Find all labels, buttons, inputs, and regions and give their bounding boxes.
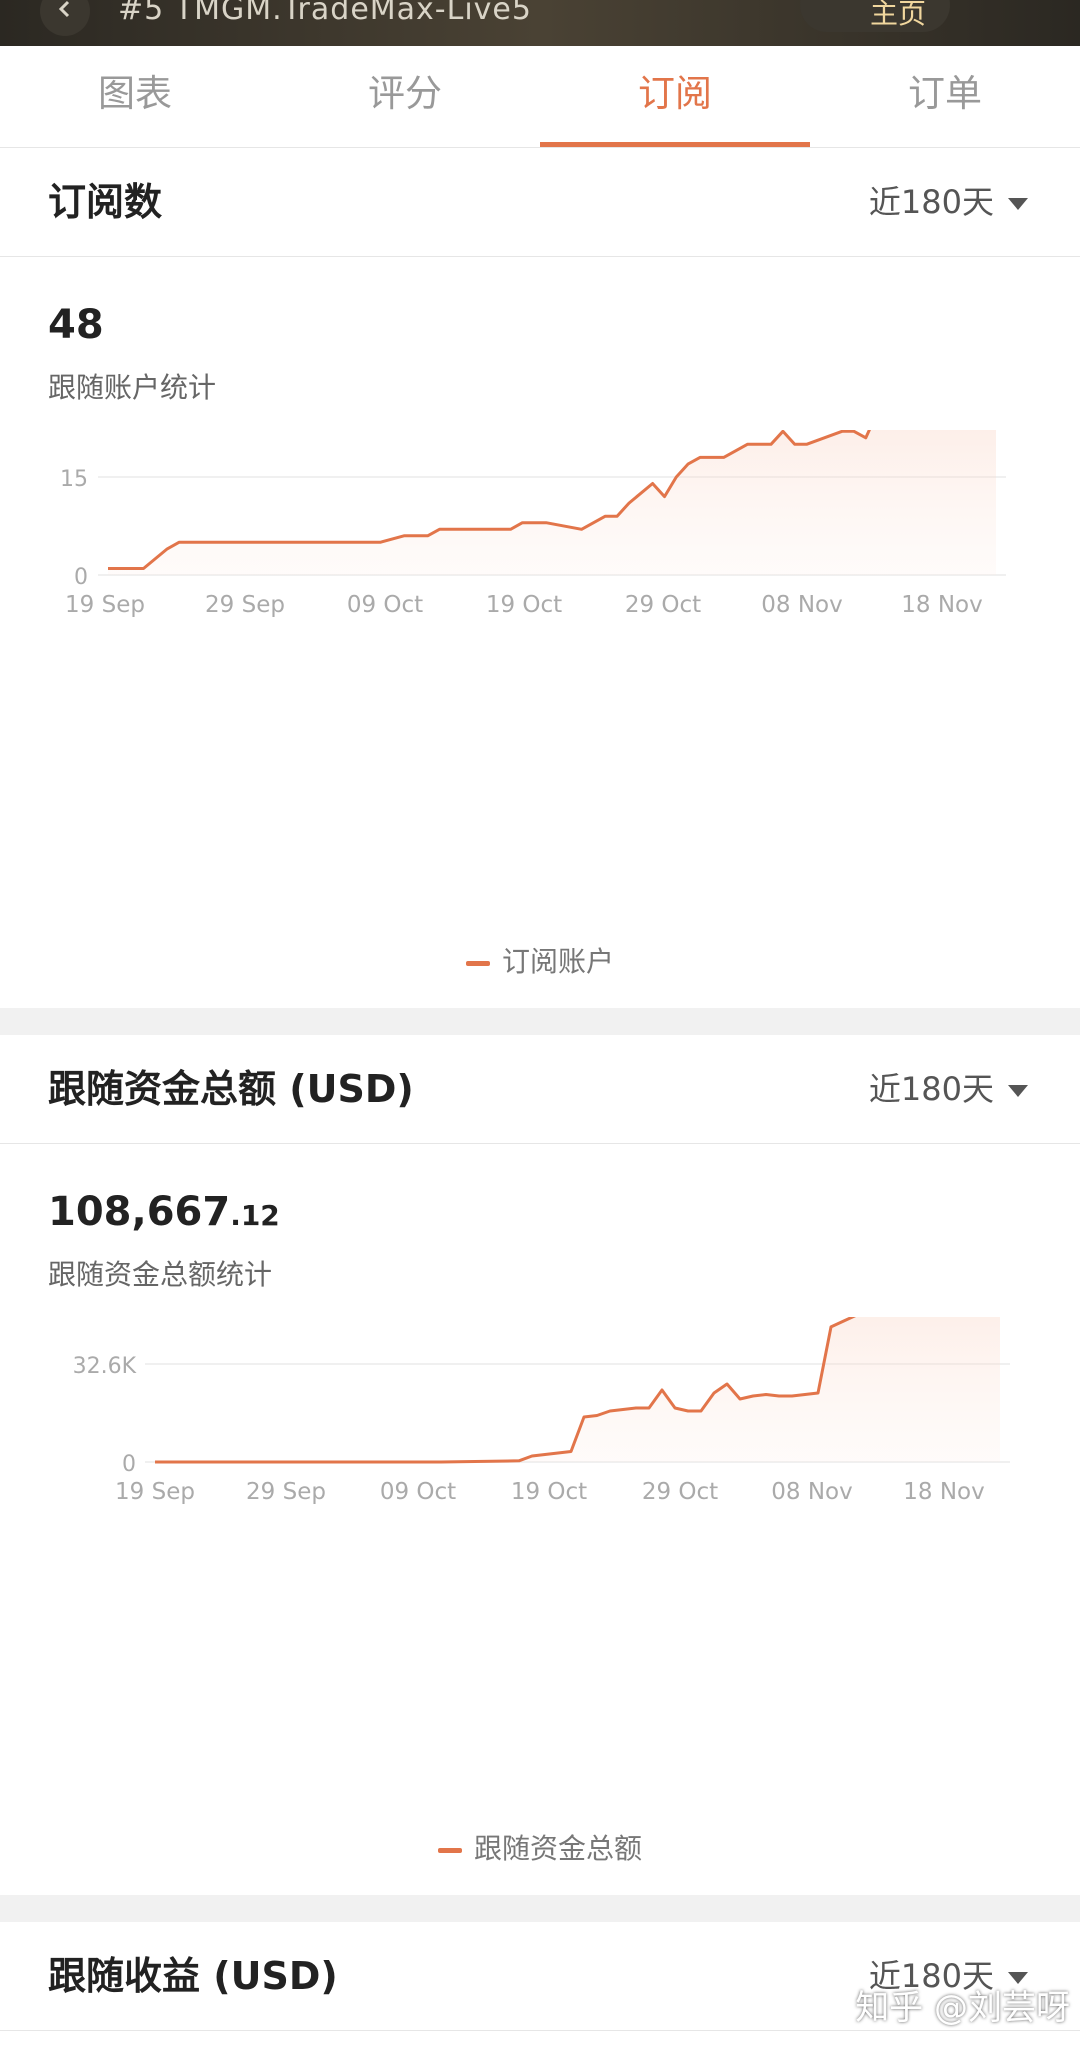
y-tick-label: 32.6K bbox=[73, 1354, 137, 1379]
subscriptions-card-header: 订阅数 近180天 bbox=[0, 148, 1080, 257]
subscriptions-legend: 订阅账户 bbox=[0, 940, 1080, 980]
subscriptions-range-select[interactable]: 近180天 bbox=[869, 148, 1028, 256]
funds-value: 108,667.12 bbox=[48, 1189, 280, 1235]
x-tick-label: 09 Oct bbox=[347, 592, 423, 618]
funds-range-label: 近180天 bbox=[868, 1070, 994, 1108]
x-tick-label: 18 Nov bbox=[901, 592, 982, 618]
funds-value-int: 108,667 bbox=[48, 1189, 231, 1235]
series-area bbox=[108, 430, 996, 575]
funds-card-header: 跟随资金总额 (USD) 近180天 bbox=[0, 1035, 1080, 1144]
x-tick-label: 19 Oct bbox=[511, 1479, 587, 1505]
legend-swatch bbox=[465, 960, 490, 966]
y-tick-label: 0 bbox=[74, 565, 88, 590]
funds-legend-label: 跟随资金总额 bbox=[473, 1832, 642, 1865]
funds-caption: 跟随资金总额统计 bbox=[48, 1258, 273, 1291]
funds-title: 跟随资金总额 (USD) bbox=[48, 1067, 414, 1111]
tab-rating[interactable]: 评分 bbox=[270, 46, 540, 147]
series-area bbox=[155, 1317, 1000, 1462]
subscriptions-legend-label: 订阅账户 bbox=[501, 945, 614, 978]
subscriptions-caption: 跟随账户统计 bbox=[48, 371, 217, 404]
back-button[interactable] bbox=[40, 0, 90, 36]
y-tick-label: 0 bbox=[122, 1452, 136, 1477]
x-tick-label: 19 Sep bbox=[115, 1479, 195, 1505]
home-label: 主页 bbox=[870, 0, 927, 30]
app-header: #5 TMGM.TradeMax-Live5 主页 bbox=[0, 0, 1080, 46]
profit-title: 跟随收益 (USD) bbox=[48, 1954, 338, 1998]
subscriptions-range-label: 近180天 bbox=[868, 183, 994, 221]
x-tick-label: 29 Sep bbox=[246, 1479, 326, 1505]
tab-orders[interactable]: 订单 bbox=[810, 46, 1080, 147]
funds-legend: 跟随资金总额 bbox=[0, 1827, 1080, 1867]
x-tick-label: 29 Sep bbox=[205, 592, 285, 618]
funds-range-select[interactable]: 近180天 bbox=[869, 1035, 1028, 1143]
home-button[interactable]: 主页 bbox=[800, 0, 950, 32]
subscriptions-chart: 01530456019 Sep29 Sep09 Oct19 Oct29 Oct0… bbox=[60, 430, 1006, 618]
tab-bar: 图表 评分 订阅 订单 bbox=[0, 46, 1080, 148]
subscriptions-value: 48 bbox=[48, 302, 104, 348]
subscriptions-title: 订阅数 bbox=[48, 180, 163, 224]
x-tick-label: 29 Oct bbox=[625, 592, 701, 618]
back-arrow-icon bbox=[58, 0, 70, 18]
x-tick-label: 08 Nov bbox=[761, 592, 842, 618]
funds-value-dec: .12 bbox=[230, 1199, 280, 1232]
dropdown-caret-icon bbox=[1008, 1085, 1028, 1097]
tab-subscription[interactable]: 订阅 bbox=[540, 46, 810, 147]
x-tick-label: 19 Sep bbox=[65, 592, 145, 618]
x-tick-label: 19 Oct bbox=[486, 592, 562, 618]
x-tick-label: 29 Oct bbox=[642, 1479, 718, 1505]
subscriptions-card: 订阅数 近180天 48 跟随账户统计 01530456019 Sep29 Se… bbox=[0, 148, 1080, 1008]
dropdown-caret-icon bbox=[1008, 198, 1028, 210]
x-tick-label: 09 Oct bbox=[380, 1479, 456, 1505]
tab-chart[interactable]: 图表 bbox=[0, 46, 270, 147]
x-tick-label: 08 Nov bbox=[771, 1479, 852, 1505]
y-tick-label: 15 bbox=[60, 467, 88, 492]
funds-chart: 032.6K65.3K98K130.6K19 Sep29 Sep09 Oct19… bbox=[73, 1317, 1010, 1505]
legend-swatch bbox=[437, 1847, 462, 1853]
watermark: 知乎 @刘芸呀 bbox=[855, 1988, 1070, 2028]
account-title: #5 TMGM.TradeMax-Live5 bbox=[118, 0, 532, 27]
funds-card: 跟随资金总额 (USD) 近180天 108,667.12 跟随资金总额统计 0… bbox=[0, 1035, 1080, 1895]
x-tick-label: 18 Nov bbox=[903, 1479, 984, 1505]
